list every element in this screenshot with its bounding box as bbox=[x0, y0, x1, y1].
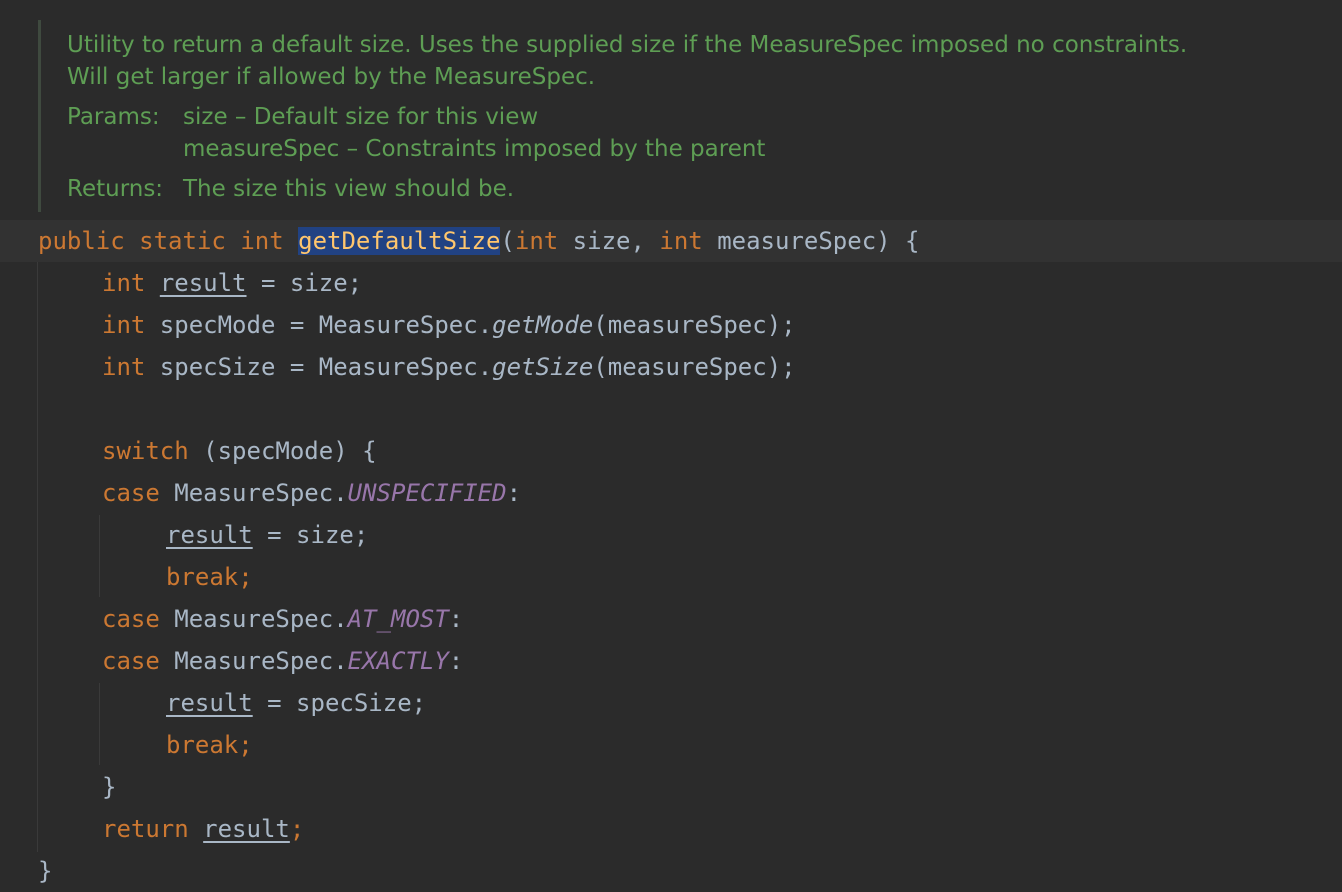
doc-param-size: size – Default size for this view bbox=[183, 104, 539, 130]
code-line[interactable]: int specSize = MeasureSpec.getSize(measu… bbox=[0, 346, 1342, 388]
doc-returns-label: Returns: bbox=[67, 176, 164, 202]
doc-returns-row: Returns: The size this view should be. bbox=[67, 173, 514, 205]
doc-description: Utility to return a default size. Uses t… bbox=[67, 32, 1188, 90]
code-line[interactable]: case MeasureSpec.UNSPECIFIED: bbox=[0, 472, 1342, 514]
code-line[interactable]: int specMode = MeasureSpec.getMode(measu… bbox=[0, 304, 1342, 346]
code-line[interactable]: case MeasureSpec.EXACTLY: bbox=[0, 640, 1342, 682]
doc-comment: Utility to return a default size. Uses t… bbox=[38, 20, 1331, 212]
code-line[interactable]: break; bbox=[0, 724, 1342, 766]
method-name-selected[interactable]: getDefaultSize bbox=[298, 227, 501, 255]
doc-params-row-2: measureSpec – Constraints imposed by the… bbox=[67, 133, 765, 165]
code-line-signature[interactable]: public static int getDefaultSize(int siz… bbox=[0, 220, 1342, 262]
code-line[interactable]: switch (specMode) { bbox=[0, 430, 1342, 472]
code-line[interactable]: case MeasureSpec.AT_MOST: bbox=[0, 598, 1342, 640]
doc-params-row: Params: size – Default size for this view bbox=[67, 101, 538, 133]
code-line[interactable]: result = specSize; bbox=[0, 682, 1342, 724]
code-line[interactable]: } bbox=[0, 766, 1342, 808]
doc-param-measurespec: measureSpec – Constraints imposed by the… bbox=[183, 136, 766, 162]
code-line[interactable]: int result = size; bbox=[0, 262, 1342, 304]
doc-returns-text: The size this view should be. bbox=[183, 176, 515, 202]
code-line[interactable]: break; bbox=[0, 556, 1342, 598]
doc-params-label: Params: bbox=[67, 104, 160, 130]
code-line[interactable]: result = size; bbox=[0, 514, 1342, 556]
code-line[interactable]: return result; bbox=[0, 808, 1342, 850]
